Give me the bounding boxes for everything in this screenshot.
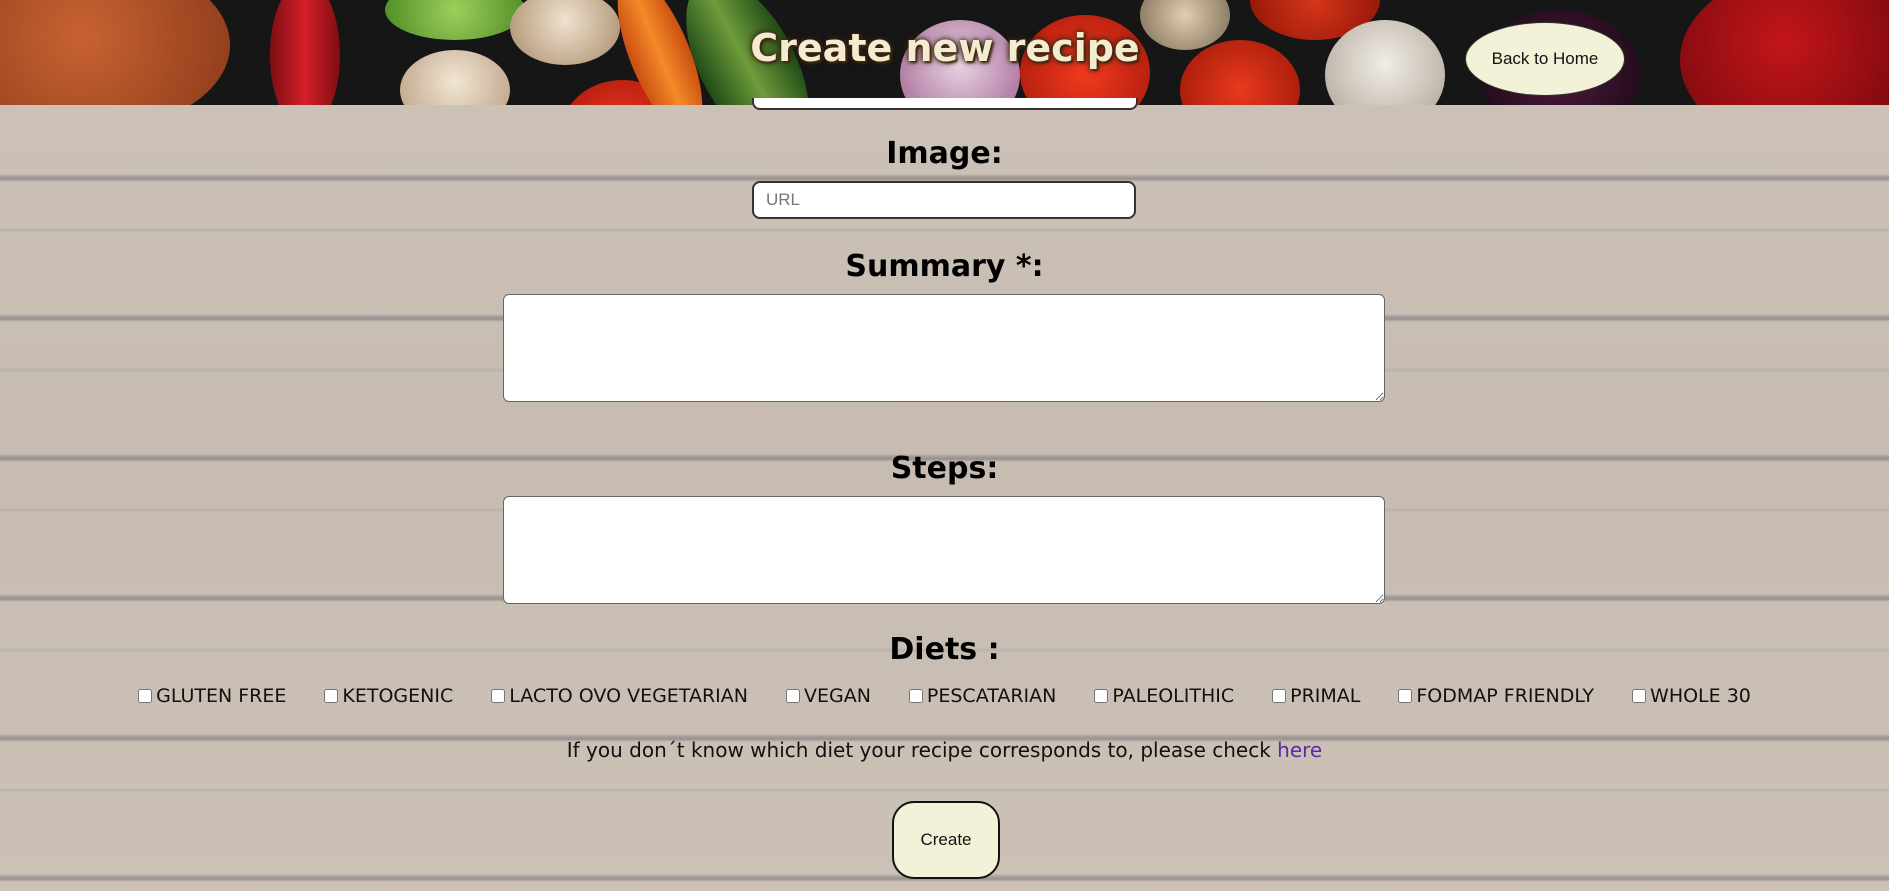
diet-checkbox[interactable]	[908, 689, 923, 703]
page-title: Create new recipe	[750, 26, 1140, 70]
diet-option-primal[interactable]: PRIMAL	[1272, 685, 1360, 707]
diet-label: PRIMAL	[1290, 685, 1361, 707]
banner-vegetable	[510, 0, 620, 65]
summary-label: Summary *:	[845, 249, 1044, 284]
diet-label: GLUTEN FREE	[156, 685, 287, 707]
diet-option-vegan[interactable]: VEGAN	[785, 685, 871, 707]
diet-option-whole-30[interactable]: WHOLE 30	[1632, 685, 1751, 707]
name-input-edge[interactable]	[752, 98, 1138, 110]
diet-checkbox[interactable]	[785, 689, 800, 703]
diet-label: VEGAN	[803, 685, 871, 707]
diet-checkbox[interactable]	[1632, 689, 1647, 703]
diet-help-sentence: If you don´t know which diet your recipe…	[566, 738, 1278, 762]
diet-option-ketogenic[interactable]: KETOGENIC	[324, 685, 453, 707]
diet-option-gluten-free[interactable]: GLUTEN FREE	[138, 685, 286, 707]
diet-checkbox[interactable]	[1398, 689, 1413, 703]
steps-textarea[interactable]	[503, 496, 1385, 604]
steps-label: Steps:	[890, 451, 999, 486]
diet-label: KETOGENIC	[342, 685, 454, 707]
diet-option-lacto-ovo-vegetarian[interactable]: LACTO OVO VEGETARIAN	[491, 685, 748, 707]
create-button[interactable]: Create	[892, 801, 1000, 879]
summary-textarea[interactable]	[503, 294, 1385, 402]
diet-checkbox[interactable]	[1272, 689, 1287, 703]
image-url-input[interactable]	[752, 181, 1136, 219]
image-label: Image:	[886, 136, 1003, 171]
diet-option-paleolithic[interactable]: PALEOLITHIC	[1094, 685, 1234, 707]
diet-help-link[interactable]: here	[1277, 738, 1322, 762]
diet-option-pescatarian[interactable]: PESCATARIAN	[908, 685, 1057, 707]
diet-label: FODMAP FRIENDLY	[1416, 685, 1595, 707]
diet-option-fodmap-friendly[interactable]: FODMAP FRIENDLY	[1398, 685, 1594, 707]
diet-label: PALEOLITHIC	[1112, 685, 1235, 707]
diet-label: PESCATARIAN	[926, 685, 1057, 707]
diet-label: LACTO OVO VEGETARIAN	[509, 685, 748, 707]
diet-checkbox[interactable]	[324, 689, 339, 703]
diets-checkbox-group: GLUTEN FREE KETOGENIC LACTO OVO VEGETARI…	[0, 685, 1889, 707]
diet-checkbox[interactable]	[1094, 689, 1109, 703]
diet-label: WHOLE 30	[1650, 685, 1751, 707]
banner-vegetable	[1680, 0, 1889, 105]
banner-vegetable	[0, 0, 230, 105]
header-banner: Create new recipe Back to Home	[0, 0, 1889, 105]
banner-vegetable	[270, 0, 340, 105]
back-to-home-button[interactable]: Back to Home	[1465, 22, 1625, 96]
diet-checkbox[interactable]	[491, 689, 506, 703]
banner-vegetable	[400, 50, 510, 105]
banner-vegetable	[385, 0, 525, 40]
diets-label: Diets :	[889, 632, 1000, 667]
diet-help-text: If you don´t know which diet your recipe…	[0, 738, 1889, 762]
diet-checkbox[interactable]	[138, 689, 153, 703]
